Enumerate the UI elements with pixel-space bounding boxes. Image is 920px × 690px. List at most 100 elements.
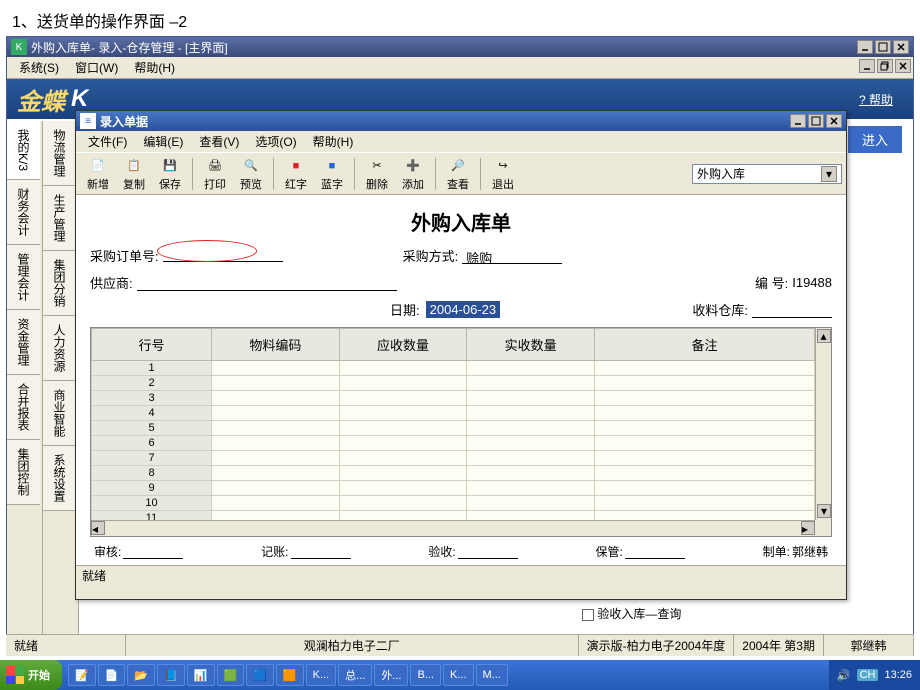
sidebar-item-fund[interactable]: 资金管理 xyxy=(7,310,40,375)
post-label: 记账: xyxy=(261,543,288,560)
taskbar-item[interactable]: 📘 xyxy=(157,664,185,686)
sidebar-item-bi[interactable]: 商业智能 xyxy=(43,381,76,446)
close-button[interactable] xyxy=(893,40,909,54)
query-label[interactable]: 验收入库—查询 xyxy=(597,607,681,621)
volume-icon[interactable]: 🔊 xyxy=(837,669,851,682)
maximize-button[interactable] xyxy=(875,40,891,54)
date-value[interactable]: 2004-06-23 xyxy=(426,301,501,318)
taskbar-item[interactable]: 外... xyxy=(374,664,408,686)
sidebar-item-mgmt-acct[interactable]: 管理会计 xyxy=(7,245,40,310)
brand-text: 金蝶 xyxy=(17,82,65,117)
col-actual[interactable]: 实收数量 xyxy=(467,329,595,361)
sidebar-item-myk3[interactable]: 我的K/3 xyxy=(7,121,40,180)
taskbar-item[interactable]: 📄 xyxy=(98,664,126,686)
dialog-close-button[interactable] xyxy=(826,114,842,128)
help-link[interactable]: ? 帮助 xyxy=(859,91,893,108)
doctype-select[interactable]: 外购入库 ▾ xyxy=(692,164,842,184)
warehouse-input[interactable] xyxy=(752,302,832,318)
table-row[interactable]: 9 xyxy=(92,481,815,496)
col-rownum[interactable]: 行号 xyxy=(92,329,212,361)
status-ready: 就绪 xyxy=(6,635,126,656)
table-row[interactable]: 8 xyxy=(92,466,815,481)
taskbar-item[interactable]: K... xyxy=(443,664,474,686)
col-remark[interactable]: 备注 xyxy=(595,329,815,361)
menu-view[interactable]: 查看(V) xyxy=(191,131,247,152)
taskbar-item[interactable]: 总... xyxy=(338,664,372,686)
col-material[interactable]: 物料编码 xyxy=(212,329,340,361)
scroll-up-icon[interactable]: ▴ xyxy=(817,329,831,343)
taskbar-item[interactable]: B... xyxy=(410,664,441,686)
menu-help-dialog[interactable]: 帮助(H) xyxy=(305,131,362,152)
menu-edit[interactable]: 编辑(E) xyxy=(135,131,191,152)
sidebar-item-logistics[interactable]: 物流管理 xyxy=(43,121,76,186)
inner-restore-button[interactable] xyxy=(877,59,893,73)
sidebar-item-hr[interactable]: 人力资源 xyxy=(43,316,76,381)
menu-file[interactable]: 文件(F) xyxy=(80,131,135,152)
inner-minimize-button[interactable] xyxy=(859,59,875,73)
sidebar-item-group[interactable]: 集团控制 xyxy=(7,440,40,505)
supplier-input[interactable] xyxy=(137,275,397,291)
copy-button[interactable]: 📋复制 xyxy=(116,155,152,193)
ime-badge[interactable]: CH xyxy=(857,669,879,681)
keep-label: 保管: xyxy=(595,543,622,560)
inner-close-button[interactable] xyxy=(895,59,911,73)
scroll-down-icon[interactable]: ▾ xyxy=(817,504,831,518)
sidebar-item-finance[interactable]: 财务会计 xyxy=(7,180,40,245)
menu-options[interactable]: 选项(O) xyxy=(247,131,304,152)
dialog-title-text: 录入单据 xyxy=(100,113,790,130)
exit-button[interactable]: ↪退出 xyxy=(485,155,521,193)
accept-label: 验收: xyxy=(428,543,455,560)
sidebar-item-distribution[interactable]: 集团分销 xyxy=(43,251,76,316)
sidebar-item-consolidate[interactable]: 合并报表 xyxy=(7,375,40,440)
find-button[interactable]: 🔎查看 xyxy=(440,155,476,193)
dialog-maximize-button[interactable] xyxy=(808,114,824,128)
query-checkbox[interactable] xyxy=(582,609,594,621)
col-expected[interactable]: 应收数量 xyxy=(339,329,467,361)
menu-help[interactable]: 帮助(H) xyxy=(128,57,181,78)
print-icon: 🖨 xyxy=(205,156,225,176)
audit-value xyxy=(123,545,183,559)
menu-window[interactable]: 窗口(W) xyxy=(69,57,124,78)
red-button[interactable]: ■红字 xyxy=(278,155,314,193)
taskbar-item[interactable]: 🟧 xyxy=(276,664,304,686)
po-label: 采购订单号: xyxy=(90,246,159,265)
taskbar-item[interactable]: 🟩 xyxy=(217,664,245,686)
table-row[interactable]: 7 xyxy=(92,451,815,466)
taskbar-item[interactable]: K... xyxy=(306,664,337,686)
vertical-scrollbar[interactable]: ▴ ▾ xyxy=(815,328,831,520)
table-row[interactable]: 6 xyxy=(92,436,815,451)
table-row[interactable]: 4 xyxy=(92,406,815,421)
save-button[interactable]: 💾保存 xyxy=(152,155,188,193)
scroll-left-icon[interactable]: ◂ xyxy=(91,521,105,535)
preview-button[interactable]: 🔍预览 xyxy=(233,155,269,193)
start-button[interactable]: 开始 xyxy=(0,660,62,690)
taskbar-item[interactable]: 📝 xyxy=(68,664,96,686)
enter-button[interactable]: 进入 xyxy=(847,125,903,154)
sidebar-item-production[interactable]: 生产管理 xyxy=(43,186,76,251)
po-input[interactable] xyxy=(163,246,283,262)
taskbar-item[interactable]: 📂 xyxy=(127,664,155,686)
side-tabs: 我的K/3 财务会计 管理会计 资金管理 合并报表 集团控制 物流管理 生产管理… xyxy=(7,121,79,641)
grid-table[interactable]: 行号 物料编码 应收数量 实收数量 备注 1234567891011 xyxy=(91,328,815,526)
blue-button[interactable]: ■蓝字 xyxy=(314,155,350,193)
table-row[interactable]: 10 xyxy=(92,496,815,511)
table-row[interactable]: 5 xyxy=(92,421,815,436)
minimize-button[interactable] xyxy=(857,40,873,54)
menu-system[interactable]: 系统(S) xyxy=(13,57,65,78)
table-row[interactable]: 3 xyxy=(92,391,815,406)
taskbar-item[interactable]: 🟦 xyxy=(246,664,274,686)
table-row[interactable]: 2 xyxy=(92,376,815,391)
dialog-minimize-button[interactable] xyxy=(790,114,806,128)
table-row[interactable]: 1 xyxy=(92,361,815,376)
delete-button[interactable]: ✂删除 xyxy=(359,155,395,193)
new-button[interactable]: 📄新增 xyxy=(80,155,116,193)
method-value[interactable]: 赊购 xyxy=(462,248,562,264)
scroll-right-icon[interactable]: ▸ xyxy=(801,521,815,535)
add-button[interactable]: ➕添加 xyxy=(395,155,431,193)
horizontal-scrollbar[interactable]: ◂ ▸ xyxy=(91,520,815,536)
taskbar-item[interactable]: 📊 xyxy=(187,664,215,686)
add-icon: ➕ xyxy=(403,156,423,176)
taskbar-item[interactable]: M... xyxy=(476,664,508,686)
print-button[interactable]: 🖨打印 xyxy=(197,155,233,193)
sidebar-item-settings[interactable]: 系统设置 xyxy=(43,446,76,511)
